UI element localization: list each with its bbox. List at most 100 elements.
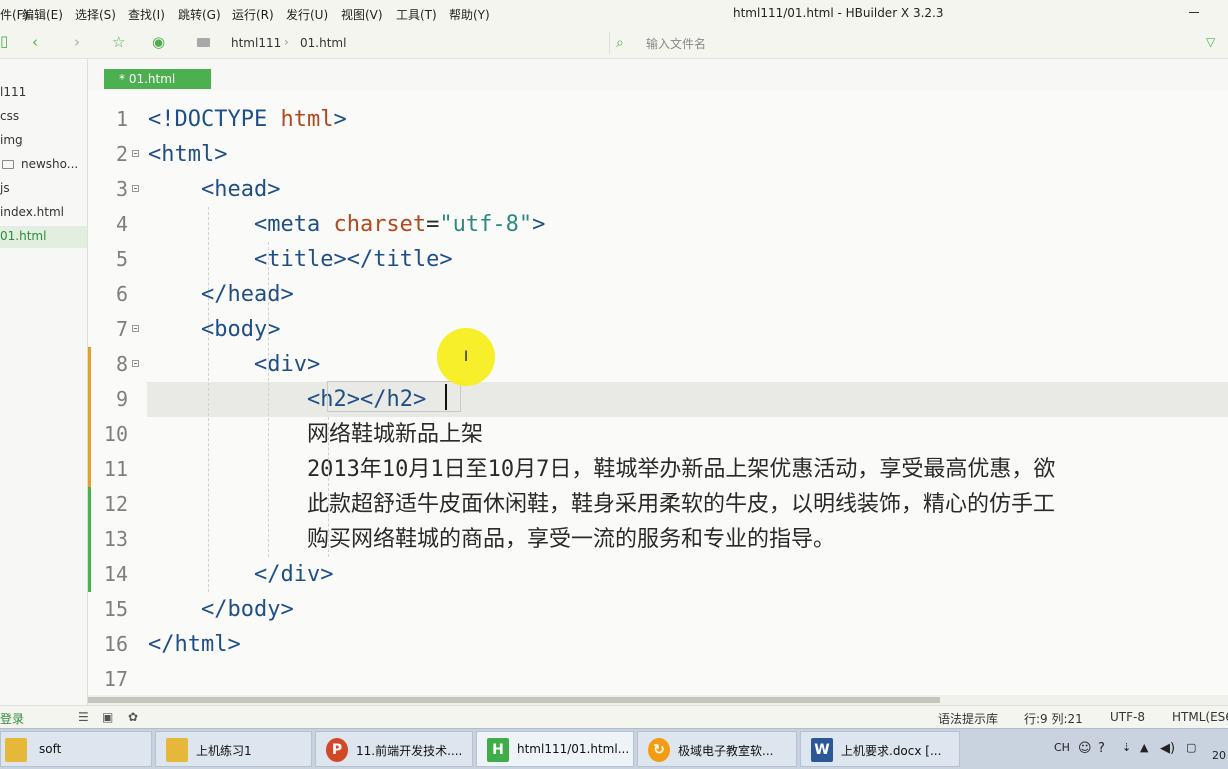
change-marker bbox=[88, 382, 91, 417]
task-word[interactable]: W 上机要求.docx [... bbox=[800, 731, 960, 767]
editor-line[interactable]: 4 <meta charset="utf-8"> bbox=[88, 207, 1228, 242]
editor-line[interactable]: 17 bbox=[88, 662, 1228, 695]
menu-help[interactable]: 帮助(Y) bbox=[449, 6, 490, 23]
editor-line[interactable]: 2 <html> bbox=[88, 137, 1228, 172]
tree-item-project[interactable]: l111 bbox=[0, 82, 87, 104]
menu-run[interactable]: 运行(R) bbox=[232, 6, 274, 23]
menu-publish[interactable]: 发行(U) bbox=[286, 6, 328, 23]
matching-tag-highlight bbox=[327, 381, 461, 412]
volume-icon[interactable]: ◀) bbox=[1160, 741, 1175, 756]
minimize-icon[interactable] bbox=[1187, 4, 1201, 18]
folder-icon bbox=[5, 738, 27, 762]
menu-tools[interactable]: 工具(T) bbox=[396, 6, 437, 23]
sidebar-toggle-icon[interactable]: ▯ bbox=[0, 33, 8, 49]
scrollbar-thumb[interactable] bbox=[88, 697, 940, 703]
editor-line[interactable]: 8 <div> bbox=[88, 347, 1228, 382]
code-text: <html> bbox=[148, 142, 228, 167]
menu-goto[interactable]: 跳转(G) bbox=[178, 6, 221, 23]
cursor-position[interactable]: 行:9 列:21 bbox=[1024, 710, 1083, 727]
star-icon[interactable]: ☆ bbox=[112, 34, 125, 50]
menu-select[interactable]: 选择(S) bbox=[75, 6, 116, 23]
menu-find[interactable]: 查找(I) bbox=[128, 6, 165, 23]
tree-item-newsho[interactable]: newsho... bbox=[0, 154, 87, 176]
fold-toggle-icon[interactable] bbox=[132, 360, 139, 367]
login-link[interactable]: 登录 bbox=[0, 710, 24, 727]
change-marker bbox=[88, 557, 91, 592]
editor-line[interactable]: 7 <body> bbox=[88, 312, 1228, 347]
editor-line[interactable]: 9 <h2></h2> bbox=[88, 382, 1228, 417]
back-icon[interactable]: ‹ bbox=[32, 34, 38, 50]
task-hbuilder[interactable]: Hhtml111/01.html... bbox=[476, 731, 634, 767]
run-icon[interactable]: ◉ bbox=[152, 34, 165, 50]
language-mode[interactable]: HTML(ES6 bbox=[1172, 710, 1228, 724]
task-practice[interactable]: 上机练习1 bbox=[155, 731, 312, 767]
task-powerpoint[interactable]: P 11.前端开发技术.... bbox=[315, 731, 473, 767]
tree-item-index[interactable]: index.html bbox=[0, 202, 87, 224]
plugin-icon[interactable]: ✿ bbox=[128, 710, 138, 724]
tree-item-label: css bbox=[0, 109, 20, 123]
menu-edit[interactable]: 编辑(E) bbox=[22, 6, 63, 23]
task-soft[interactable]: soft bbox=[0, 731, 152, 767]
editor-line[interactable]: 11 2013年10月1日至10月7日，鞋城举办新品上架优惠活动，享受最高优惠，… bbox=[88, 452, 1228, 487]
tree-item-img[interactable]: img bbox=[0, 130, 87, 152]
fold-toggle-icon[interactable] bbox=[132, 325, 139, 332]
tray-expand-icon[interactable]: ▲ bbox=[1140, 741, 1148, 754]
editor-line[interactable]: 15 </body> bbox=[88, 592, 1228, 627]
ime-indicator[interactable]: CH bbox=[1054, 741, 1070, 754]
clock[interactable]: 20 bbox=[1212, 749, 1226, 762]
file-encoding[interactable]: UTF-8 bbox=[1110, 710, 1145, 724]
editor-line[interactable]: 10 网络鞋城新品上架 bbox=[88, 417, 1228, 452]
change-marker bbox=[88, 452, 91, 487]
editor-line[interactable]: 16 </html> bbox=[88, 627, 1228, 662]
image-file-icon bbox=[2, 160, 14, 169]
filter-icon[interactable]: ▽ bbox=[1206, 35, 1215, 49]
line-number: 3 bbox=[115, 177, 128, 201]
line-number: 14 bbox=[103, 562, 128, 586]
editor-line[interactable]: 1 <!DOCTYPE html> bbox=[88, 102, 1228, 137]
tree-item-label: newsho... bbox=[21, 157, 79, 171]
action-center-icon[interactable]: ▢ bbox=[1186, 741, 1196, 754]
forward-icon[interactable]: › bbox=[74, 34, 80, 50]
menu-view[interactable]: 视图(V) bbox=[341, 6, 383, 23]
tree-item-01[interactable]: 01.html bbox=[0, 226, 87, 248]
toolbar: ▯ ‹ › ☆ ◉ html111 › 01.html ⌕ ▽ bbox=[0, 28, 1228, 59]
file-search-icon: ⌕ bbox=[616, 35, 624, 51]
list-icon[interactable]: ☰ bbox=[78, 710, 89, 724]
editor-line[interactable]: 3 <head> bbox=[88, 172, 1228, 207]
tree-item-label: 01.html bbox=[0, 229, 47, 243]
syntax-hint-library[interactable]: 语法提示库 bbox=[938, 710, 998, 727]
network-icon[interactable]: ⇣ bbox=[1122, 741, 1131, 754]
tab-01-html[interactable]: * 01.html bbox=[104, 69, 211, 89]
code-text: <title></title> bbox=[253, 247, 453, 272]
horizontal-scrollbar[interactable] bbox=[88, 695, 1228, 705]
breadcrumb-file[interactable]: 01.html bbox=[300, 36, 346, 50]
editor-line[interactable]: 13 购买网络鞋城的商品，享受一流的服务和专业的指导。 bbox=[88, 522, 1228, 557]
line-number: 6 bbox=[115, 282, 128, 306]
line-number: 13 bbox=[103, 527, 128, 551]
tree-item-css[interactable]: css bbox=[0, 106, 87, 128]
ime-mode-icon[interactable]: ☺ bbox=[1078, 741, 1092, 756]
editor-line[interactable]: 6 </head> bbox=[88, 277, 1228, 312]
task-classroom[interactable]: ↻ 极域电子教室软... bbox=[637, 731, 797, 767]
change-marker bbox=[88, 487, 91, 522]
code-text: </head> bbox=[200, 282, 294, 307]
help-icon[interactable]: ? bbox=[1098, 741, 1105, 756]
breadcrumb-project[interactable]: html111 bbox=[231, 36, 281, 50]
console-icon[interactable]: ▣ bbox=[102, 710, 113, 724]
line-number: 15 bbox=[103, 597, 128, 621]
editor-line[interactable]: 14 </div> bbox=[88, 557, 1228, 592]
code-text: <div> bbox=[253, 352, 321, 377]
tree-item-js[interactable]: js bbox=[0, 178, 87, 200]
task-label: 上机要求.docx [... bbox=[841, 744, 942, 758]
indent-guide bbox=[328, 417, 329, 557]
code-text: <body> bbox=[200, 317, 281, 342]
code-editor[interactable]: 1 <!DOCTYPE html> 2 <html> 3 <head> 4 <meta c… bbox=[88, 91, 1228, 695]
editor-line[interactable]: 12 此款超舒适牛皮面休闲鞋，鞋身采用柔软的牛皮，以明线装饰，精心的仿手工 bbox=[88, 487, 1228, 522]
tree-item-label: img bbox=[0, 133, 23, 147]
fold-toggle-icon[interactable] bbox=[132, 150, 139, 157]
folder-icon bbox=[166, 738, 188, 762]
code-text: 购买网络鞋城的商品，享受一流的服务和专业的指导。 bbox=[148, 527, 835, 552]
file-search-input[interactable] bbox=[644, 33, 1198, 55]
editor-line[interactable]: 5 <title></title> bbox=[88, 242, 1228, 277]
fold-toggle-icon[interactable] bbox=[132, 185, 139, 192]
